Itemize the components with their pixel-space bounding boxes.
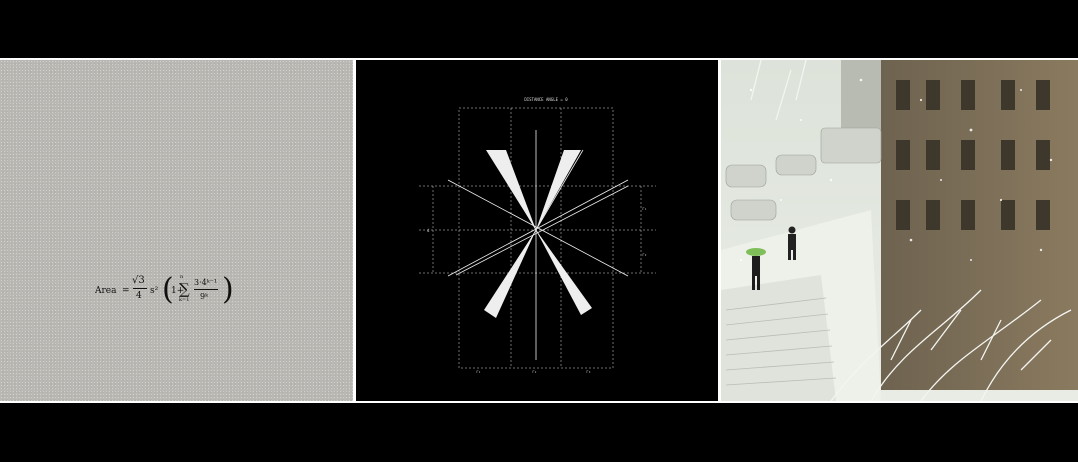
snow-street-photo — [721, 60, 1078, 401]
formula-equals: = — [122, 286, 130, 296]
fraction-bar — [133, 288, 147, 289]
svg-text:d: d — [427, 228, 430, 233]
svg-text:r₂: r₂ — [532, 369, 537, 374]
cad-drawing: r₁ r₂ r₃ r₁ r₂ d — [419, 107, 656, 374]
cad-panel: DISTANCE ANGLE = 0 r₁ r₂ r₃ r₁ r₂ d — [356, 60, 718, 401]
snow-photo-panel — [721, 60, 1078, 401]
fraction-numerator: 3·4ᵏ⁻¹ — [194, 278, 218, 287]
sum-lower: k=1 — [179, 297, 190, 303]
dashed-frame — [419, 107, 656, 369]
fraction-bar-2 — [194, 289, 218, 290]
stairs — [721, 275, 836, 401]
formula-panel: Area = √3 4 s² ( 1+ n ∑ k=1 3·4ᵏ⁻¹ 9ᵏ ) — [0, 60, 353, 401]
paper-texture — [0, 60, 353, 401]
svg-text:r₁: r₁ — [642, 206, 647, 211]
fraction-denominator: 9ᵏ — [200, 292, 209, 301]
formula-den4: 4 — [136, 291, 142, 301]
formula-lhs: Area — [95, 286, 117, 296]
svg-text:r₃: r₃ — [586, 369, 591, 374]
svg-text:r₁: r₁ — [476, 369, 481, 374]
area-formula: Area = √3 4 s² ( 1+ n ∑ k=1 3·4ᵏ⁻¹ 9ᵏ ) — [95, 272, 245, 312]
right-paren: ) — [222, 272, 234, 307]
formula-sqrt3: √3 — [132, 275, 145, 286]
star-lines — [447, 130, 629, 360]
svg-text:r₂: r₂ — [642, 252, 647, 257]
formula-s2: s² — [150, 286, 159, 296]
sum-symbol: ∑ — [179, 280, 190, 298]
